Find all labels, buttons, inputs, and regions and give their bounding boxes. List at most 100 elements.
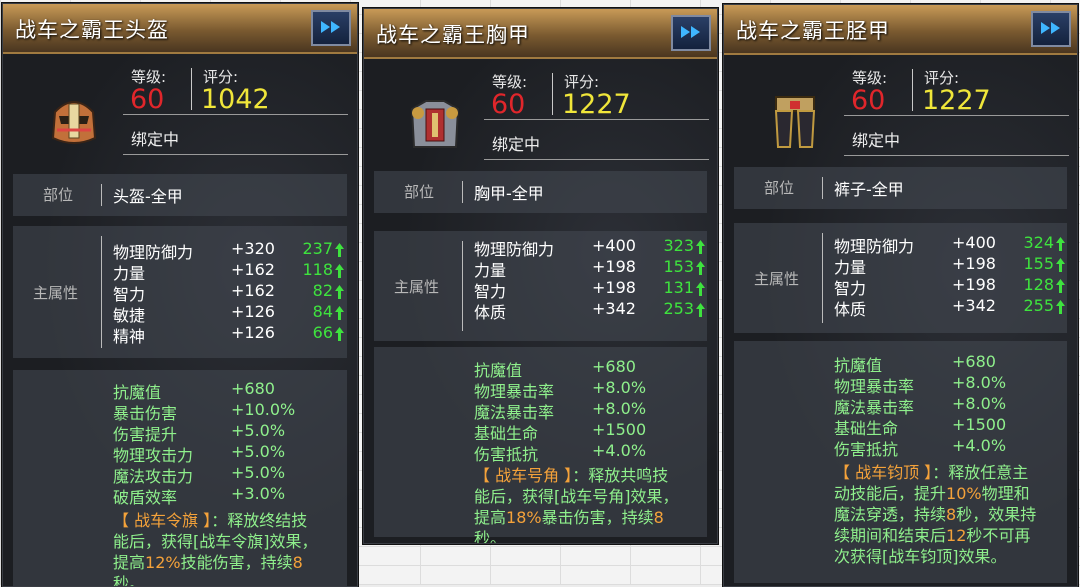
stat-row: 物理防御力 +400 324 — [834, 233, 1074, 256]
up-arrow-icon — [335, 305, 344, 320]
divider — [844, 155, 1069, 156]
extra-stat-value: +5.0% — [231, 442, 286, 461]
stat-row: 力量 +162 118 — [113, 260, 353, 283]
item-tooltip-panel: 战车之霸王头盔 等级: 60 评分: 1042 绑定中 部位 头盔-全甲 主属性 物理防御力 +32… — [2, 3, 358, 587]
skill-name: 【 战车号角 】 — [474, 466, 573, 485]
extra-stat-row: 伤害提升 +5.0% — [113, 421, 343, 444]
skill-text: 动技能后，提升 — [834, 484, 947, 503]
slot-label: 部位 — [43, 186, 74, 204]
stat-bonus: 131 — [663, 278, 694, 297]
skill-line: 提高12%技能伤害，持续8 — [113, 552, 345, 573]
main-stats-label: 主属性 — [33, 284, 79, 302]
stat-bonus: 324 — [1023, 233, 1054, 252]
extra-stat-row: 暴击伤害 +10.0% — [113, 400, 343, 423]
level-value: 60 — [491, 89, 526, 120]
stat-value: +162 — [231, 260, 275, 279]
skill-line: 次获得[战车钧顶]效果。 — [834, 546, 1066, 567]
divider — [462, 181, 463, 203]
extra-stat-value: +8.0% — [952, 373, 1007, 392]
stat-bonus: 155 — [1023, 254, 1054, 273]
set-skill-description: 【 战车钧顶 】：释放任意主 动技能后，提升10%物理和 魔法穿透，持续8秒，效果持… — [834, 462, 1066, 567]
fast-forward-button[interactable] — [311, 10, 351, 46]
main-stats-label: 主属性 — [394, 278, 440, 296]
slot-value: 头盔-全甲 — [113, 187, 183, 206]
stat-bonus: 66 — [312, 323, 333, 342]
skill-text: 技能伤害，持续 — [180, 553, 293, 572]
extra-stat-row: 抗魔值 +680 — [113, 379, 343, 402]
extra-stat-value: +10.0% — [231, 400, 296, 419]
extra-stat-value: +1500 — [952, 415, 1007, 434]
stat-bonus: 118 — [302, 260, 333, 279]
divider — [123, 114, 348, 115]
bound-status: 绑定中 — [852, 131, 901, 150]
up-arrow-icon — [335, 242, 344, 257]
skill-text: 暴击伤害，持续 — [541, 508, 654, 527]
divider — [484, 119, 709, 120]
skill-line: 能后，获得[战车令旗]效果， — [113, 531, 345, 552]
stat-name: 精神 — [113, 327, 146, 346]
score-value: 1227 — [922, 85, 991, 116]
extra-stat-value: +680 — [952, 352, 996, 371]
stat-bonus: 84 — [312, 302, 333, 321]
stat-value: +198 — [952, 254, 996, 273]
extra-stat-value: +1500 — [592, 420, 647, 439]
armor-piece-icon — [45, 90, 103, 150]
skill-text: 魔法穿透，持续 — [834, 505, 947, 524]
skill-text: 8 — [946, 505, 957, 524]
extra-stat-value: +8.0% — [592, 399, 647, 418]
fast-forward-icon — [1040, 20, 1062, 39]
stat-row: 敏捷 +126 84 — [113, 302, 353, 325]
stat-value: +400 — [592, 236, 636, 255]
skill-text: 8 — [292, 553, 303, 572]
skill-text: ：释放任意主 — [932, 463, 1029, 482]
score-value: 1042 — [201, 84, 270, 115]
stat-value: +126 — [231, 323, 275, 342]
slot-value: 胸甲-全甲 — [474, 184, 544, 203]
fast-forward-button[interactable] — [671, 15, 711, 51]
divider — [484, 159, 709, 160]
skill-name: 【 战车钧顶 】 — [834, 463, 933, 482]
skill-line: 魔法穿透，持续8秒，效果持 — [834, 504, 1066, 525]
skill-text: 12% — [145, 553, 181, 572]
extra-stat-row: 抗魔值 +680 — [474, 357, 704, 380]
stat-bonus: 237 — [302, 239, 333, 258]
slot-value: 裤子-全甲 — [834, 180, 904, 199]
skill-line: 【 战车号角 】：释放共鸣技 — [474, 465, 706, 486]
divider — [822, 233, 823, 323]
divider — [552, 73, 553, 115]
skill-line: 秒。 — [474, 528, 706, 544]
divider — [191, 68, 192, 110]
stat-row: 智力 +198 131 — [474, 278, 714, 301]
stat-bonus: 253 — [663, 299, 694, 318]
stat-name: 体质 — [474, 303, 507, 322]
skill-text: 提高 — [113, 553, 146, 572]
fast-forward-icon — [680, 24, 702, 43]
skill-text: 次获得[战车钧顶]效果。 — [834, 547, 1007, 566]
title-bar: 战车之霸王胸甲 — [364, 9, 717, 59]
fast-forward-button[interactable] — [1031, 11, 1071, 47]
extra-stat-value: +680 — [592, 357, 636, 376]
level-value: 60 — [851, 85, 886, 116]
item-title: 战车之霸王头盔 — [15, 18, 169, 42]
stat-name: 体质 — [834, 300, 867, 319]
stat-value: +320 — [231, 239, 275, 258]
skill-text: 秒。 — [474, 529, 507, 544]
skill-text: 秒不可再 — [966, 526, 1031, 545]
skill-line: 提高18%暴击伤害，持续8 — [474, 507, 706, 528]
skill-line: 续期间和结束后12秒不可再 — [834, 525, 1066, 546]
stat-value: +198 — [592, 278, 636, 297]
extra-stat-row: 破盾效率 +3.0% — [113, 484, 343, 507]
skill-text: 18% — [506, 508, 542, 527]
skill-text: 能后，获得[战车令旗]效果， — [113, 532, 318, 551]
title-bar: 战车之霸王头盔 — [3, 4, 357, 54]
skill-text: 秒。 — [113, 574, 146, 587]
stat-value: +198 — [592, 257, 636, 276]
extra-stat-row: 抗魔值 +680 — [834, 352, 1064, 375]
stat-row: 体质 +342 253 — [474, 299, 714, 322]
extra-stat-value: +5.0% — [231, 421, 286, 440]
stat-bonus: 153 — [663, 257, 694, 276]
up-arrow-icon — [335, 326, 344, 341]
level-value: 60 — [130, 84, 165, 115]
skill-line: 动技能后，提升10%物理和 — [834, 483, 1066, 504]
item-tooltip-panel: 战车之霸王胸甲 等级: 60 评分: 1227 绑定中 部位 胸甲-全甲 主属性 物理防御力 +40… — [363, 8, 718, 544]
